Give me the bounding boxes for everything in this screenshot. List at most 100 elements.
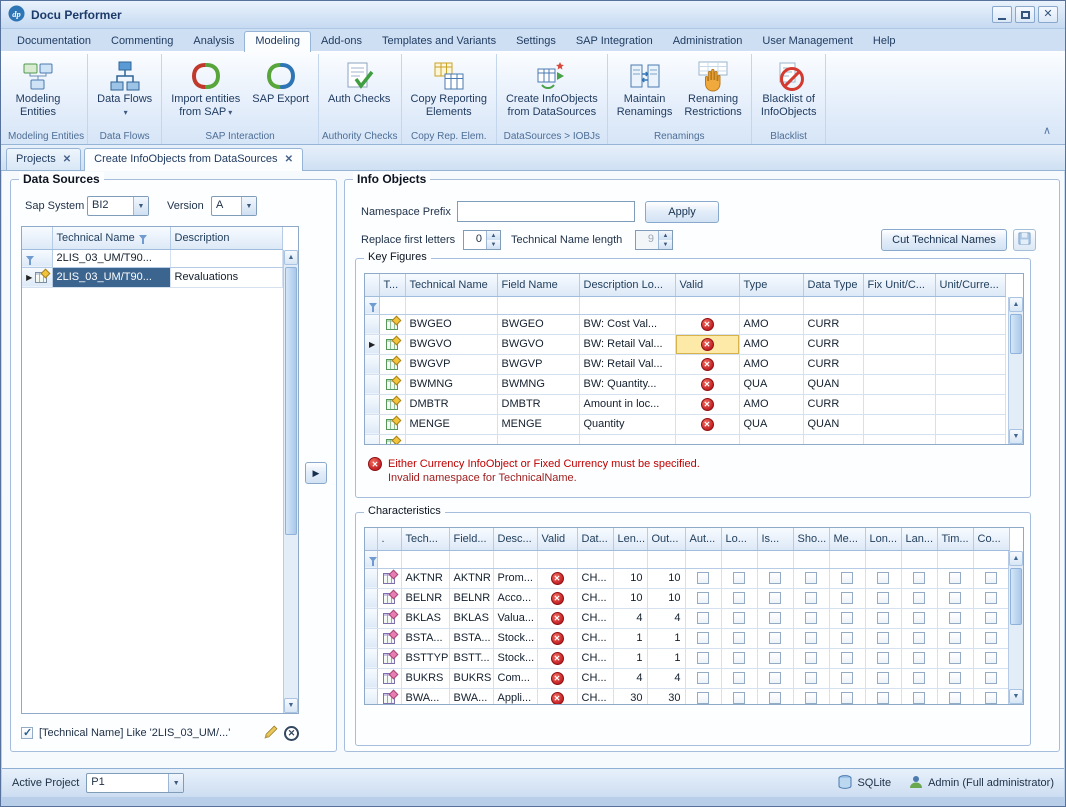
blacklist-of-infoobjects-button[interactable]: Blacklist ofInfoObjects — [755, 54, 823, 129]
column-header-description[interactable]: Description — [170, 227, 282, 249]
spin-up-icon[interactable]: ▲ — [659, 231, 672, 240]
auth-checks-button[interactable]: Auth Checks — [322, 54, 396, 129]
checkbox[interactable] — [697, 672, 709, 684]
characteristic-row[interactable]: BUKRS BUKRS Com... CH... 4 4 — [365, 668, 1009, 688]
cut-technical-names-button[interactable]: Cut Technical Names — [881, 229, 1007, 251]
checkbox[interactable] — [841, 692, 853, 704]
key-figure-row[interactable]: BWGEO BWGEO BW: Cost Val... AMO CURR — [365, 314, 1005, 334]
scrollbar-thumb[interactable] — [1010, 314, 1022, 354]
checkbox[interactable] — [769, 612, 781, 624]
checkbox[interactable] — [949, 672, 961, 684]
move-selected-button[interactable]: ▶ — [305, 462, 327, 484]
data-flows-button[interactable]: Data Flows▾ — [91, 54, 158, 129]
technical-name-length-stepper[interactable]: 9 ▲▼ — [635, 230, 673, 250]
scroll-down-button[interactable]: ▼ — [1009, 429, 1023, 444]
filter-cell[interactable] — [497, 296, 579, 314]
column-header-output-length[interactable]: Out... — [647, 528, 685, 550]
copy-reporting-elements-button[interactable]: Copy ReportingElements — [405, 54, 493, 129]
characteristic-row[interactable]: AKTNR AKTNR Prom... CH... 10 10 — [365, 568, 1009, 588]
maximize-button[interactable] — [1015, 6, 1035, 23]
column-header-technical-name[interactable]: Tech... — [401, 528, 449, 550]
checkbox[interactable] — [913, 612, 925, 624]
checkbox[interactable] — [949, 692, 961, 704]
ribbon-collapse-button[interactable]: ∧ — [1039, 125, 1055, 139]
checkbox[interactable] — [949, 592, 961, 604]
apply-button[interactable]: Apply — [645, 201, 719, 223]
checkbox[interactable] — [841, 592, 853, 604]
filter-cell[interactable] — [613, 550, 647, 568]
modeling-entities-button[interactable]: ModelingEntities — [8, 54, 68, 129]
edit-filter-icon[interactable] — [264, 725, 278, 742]
characteristic-row[interactable]: BKLAS BKLAS Valua... CH... 4 4 — [365, 608, 1009, 628]
filter-cell[interactable] — [449, 550, 493, 568]
cell-description[interactable]: Revaluations — [170, 267, 282, 287]
scrollbar-thumb[interactable] — [1010, 568, 1022, 625]
ribbon-tab-commenting[interactable]: Commenting — [101, 32, 183, 51]
filter-cell[interactable] — [803, 296, 863, 314]
checkbox[interactable] — [913, 592, 925, 604]
checkbox[interactable] — [769, 692, 781, 704]
checkbox[interactable] — [805, 592, 817, 604]
filter-cell[interactable] — [579, 296, 675, 314]
filter-cell[interactable]: 2LIS_03_UM/T90... — [52, 249, 170, 267]
filter-enabled-checkbox[interactable] — [21, 727, 33, 739]
vertical-scrollbar[interactable]: ▲ ▼ — [1008, 551, 1023, 704]
checkbox[interactable] — [985, 632, 997, 644]
checkbox[interactable] — [913, 572, 925, 584]
column-header-lowercase[interactable]: Lo... — [721, 528, 757, 550]
column-header-description[interactable]: Description Lo... — [579, 274, 675, 296]
ribbon-tab-administration[interactable]: Administration — [663, 32, 753, 51]
checkbox[interactable] — [805, 692, 817, 704]
column-header-length[interactable]: Len... — [613, 528, 647, 550]
save-button[interactable] — [1013, 229, 1036, 251]
column-header-valid[interactable]: Valid — [675, 274, 739, 296]
checkbox[interactable] — [877, 612, 889, 624]
ribbon-tab-sap-integration[interactable]: SAP Integration — [566, 32, 663, 51]
column-header-unit-currency[interactable]: Unit/Curre... — [935, 274, 1005, 296]
ribbon-tab-modeling[interactable]: Modeling — [244, 31, 311, 52]
filter-cell[interactable] — [739, 296, 803, 314]
import-entities-from-sap-button[interactable]: Import entitiesfrom SAP▾ — [165, 54, 246, 129]
checkbox[interactable] — [805, 632, 817, 644]
checkbox[interactable] — [877, 572, 889, 584]
characteristic-row[interactable]: BELNR BELNR Acco... CH... 10 10 — [365, 588, 1009, 608]
filter-cell[interactable] — [405, 296, 497, 314]
vertical-scrollbar[interactable]: ▲ ▼ — [283, 250, 298, 713]
checkbox[interactable] — [733, 632, 745, 644]
close-tab-icon[interactable]: ✕ — [285, 154, 293, 165]
checkbox[interactable] — [769, 592, 781, 604]
column-header-icon[interactable]: . — [377, 528, 401, 550]
checkbox[interactable] — [841, 612, 853, 624]
filter-cell[interactable] — [537, 550, 577, 568]
filter-cell[interactable] — [685, 550, 721, 568]
checkbox[interactable] — [877, 672, 889, 684]
key-figure-row-partial[interactable] — [365, 434, 1005, 445]
replace-first-letters-stepper[interactable]: 0 ▲▼ — [463, 230, 501, 250]
filter-cell[interactable] — [901, 550, 937, 568]
spin-down-icon[interactable]: ▼ — [659, 240, 672, 249]
filter-cell[interactable] — [577, 550, 613, 568]
clear-filter-icon[interactable]: ✕ — [284, 726, 299, 741]
key-figure-row[interactable]: MENGE MENGE Quantity QUA QUAN — [365, 414, 1005, 434]
spin-up-icon[interactable]: ▲ — [487, 231, 500, 240]
checkbox[interactable] — [733, 592, 745, 604]
column-header-technical-name[interactable]: Technical Name — [405, 274, 497, 296]
checkbox[interactable] — [877, 692, 889, 704]
checkbox[interactable] — [733, 672, 745, 684]
checkbox[interactable] — [985, 572, 997, 584]
ribbon-tab-help[interactable]: Help — [863, 32, 906, 51]
checkbox[interactable] — [769, 572, 781, 584]
checkbox[interactable] — [769, 672, 781, 684]
filter-cell[interactable] — [935, 296, 1005, 314]
filter-cell[interactable] — [675, 296, 739, 314]
checkbox[interactable] — [841, 572, 853, 584]
checkbox[interactable] — [697, 572, 709, 584]
scroll-down-button[interactable]: ▼ — [284, 698, 298, 713]
filter-cell[interactable] — [863, 296, 935, 314]
scrollbar-thumb[interactable] — [285, 267, 297, 535]
filter-cell[interactable] — [377, 550, 401, 568]
checkbox[interactable] — [877, 652, 889, 664]
checkbox[interactable] — [733, 572, 745, 584]
filter-cell[interactable] — [757, 550, 793, 568]
filter-cell[interactable] — [493, 550, 537, 568]
